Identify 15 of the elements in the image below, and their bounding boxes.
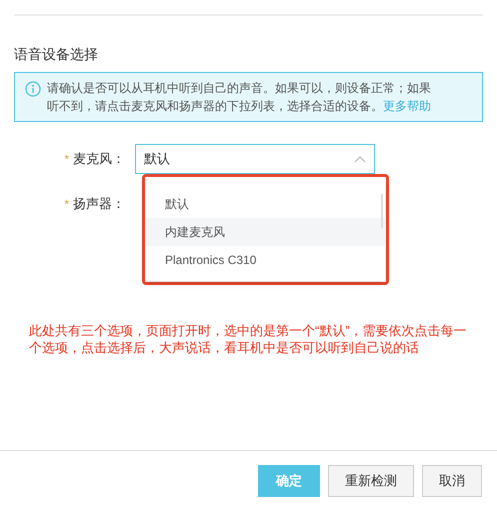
- dialog-button[interactable]: 重新检测: [328, 465, 414, 497]
- annotation-text: 此处共有三个选项，页面打开时，选中的是第一个“默认”，需要依次点击每一个选项，点击选择后，大声说话，看耳机中是否可以听到自己说的话: [29, 322, 468, 356]
- select-field[interactable]: 默认: [135, 144, 375, 174]
- dropdown-option[interactable]: 默认: [146, 190, 385, 218]
- field-label: 麦克风：: [73, 150, 125, 168]
- required-mark: *: [64, 196, 69, 213]
- info-icon: [25, 81, 41, 97]
- info-text: 请确认是否可以从耳机中听到自己的声音。如果可以，则设备正常；如果听不到，请点击麦克风和扬声器的下拉列表，选择合适的设备。更多帮助: [47, 80, 432, 115]
- field-label: 扬声器：: [73, 195, 125, 213]
- dropdown-option[interactable]: 内建麦克风: [146, 218, 385, 246]
- required-mark: *: [64, 151, 69, 168]
- section-title: 语音设备选择: [14, 45, 99, 64]
- scrollbar: [381, 194, 383, 228]
- dialog-button[interactable]: 取消: [422, 465, 482, 497]
- dropdown-option[interactable]: Plantronics C310: [146, 246, 385, 274]
